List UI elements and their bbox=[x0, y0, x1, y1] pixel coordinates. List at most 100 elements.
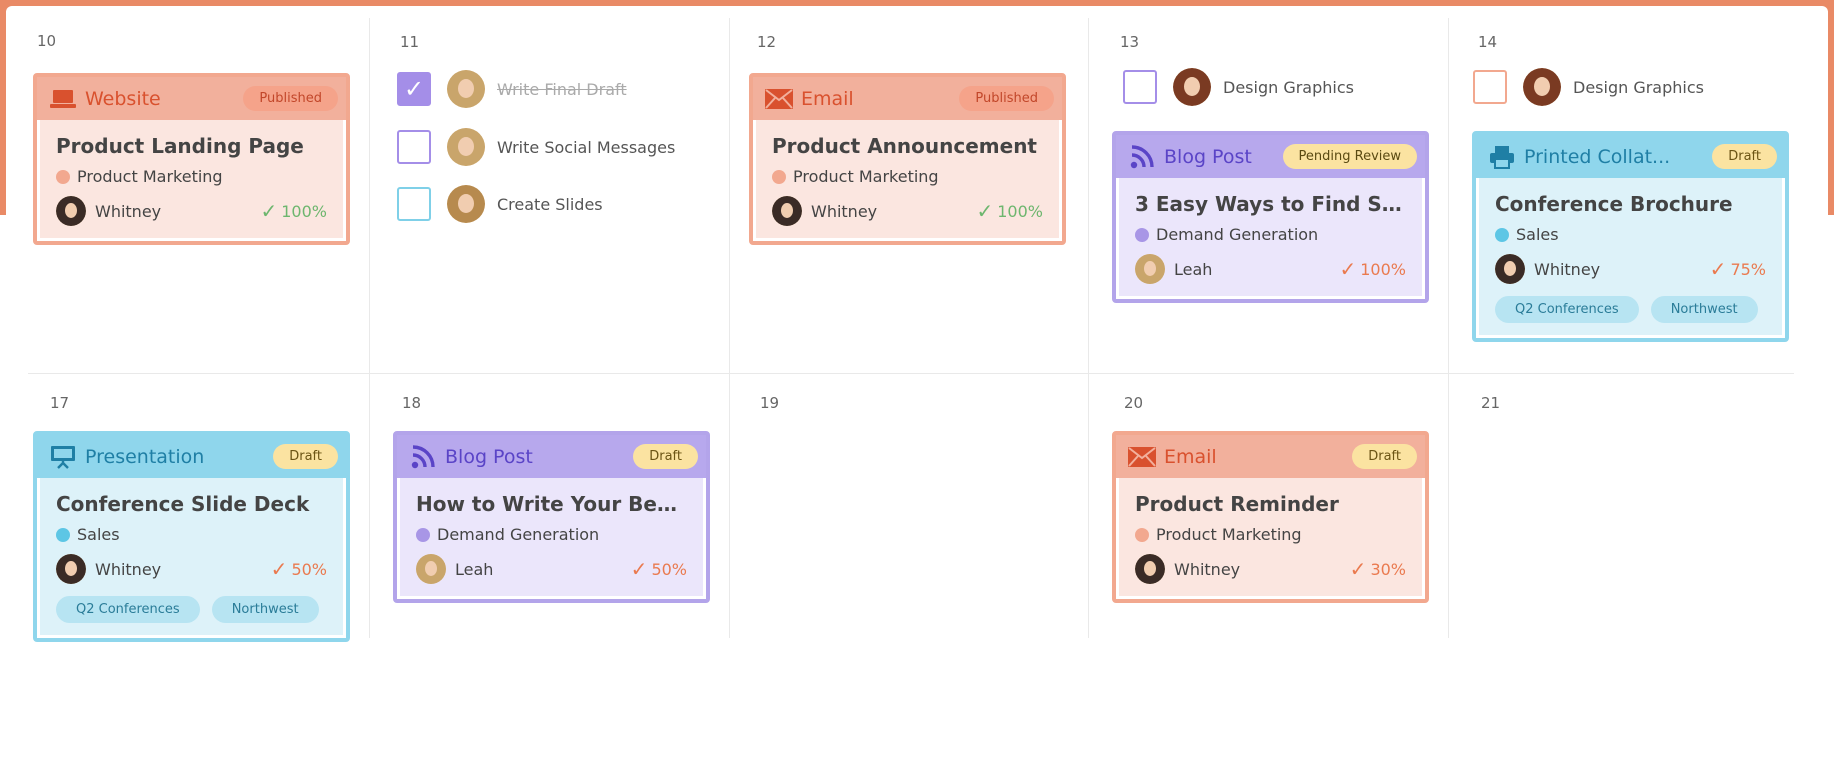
team-name: Demand Generation bbox=[1156, 225, 1319, 244]
card-header: Presentation Draft bbox=[37, 435, 346, 478]
team-color-dot bbox=[416, 527, 430, 542]
status-badge: Pending Review bbox=[1282, 144, 1417, 169]
card-body: 3 Easy Ways to Find Social... Demand Gen… bbox=[1119, 178, 1422, 296]
todo-checkbox[interactable]: ✓ bbox=[397, 72, 431, 106]
day-number: 10 bbox=[37, 32, 57, 50]
todo-checkbox[interactable] bbox=[1123, 70, 1157, 104]
team-name: Sales bbox=[1516, 225, 1559, 244]
checkmark-icon: ✓ bbox=[1349, 557, 1367, 581]
card-title[interactable]: Conference Brochure bbox=[1495, 192, 1766, 216]
team-name: Product Marketing bbox=[77, 167, 223, 186]
todo-label: Write Social Messages bbox=[497, 137, 676, 157]
day-number: 12 bbox=[757, 33, 777, 51]
team-label: Demand Generation bbox=[416, 525, 687, 544]
team-name: Demand Generation bbox=[437, 525, 600, 544]
team-name: Product Marketing bbox=[793, 167, 939, 186]
team-color-dot bbox=[1495, 227, 1509, 242]
team-label: Product Marketing bbox=[56, 167, 327, 186]
day-number: 11 bbox=[400, 33, 420, 51]
card-footer: Whitney ✓ 100% bbox=[772, 196, 1043, 226]
todo-checkbox[interactable] bbox=[1473, 70, 1507, 104]
tag[interactable]: Q2 Conferences bbox=[56, 596, 200, 623]
owner-name: Whitney bbox=[95, 201, 162, 221]
tag[interactable]: Northwest bbox=[211, 596, 319, 623]
team-label: Product Marketing bbox=[772, 167, 1043, 186]
tag[interactable]: Northwest bbox=[1650, 296, 1758, 323]
status-badge: Draft bbox=[1352, 444, 1417, 469]
avatar bbox=[447, 185, 485, 223]
card-title[interactable]: Product Announcement bbox=[772, 134, 1043, 158]
progress-value: 30% bbox=[1370, 559, 1406, 579]
card-body: Product Announcement Product Marketing W… bbox=[756, 120, 1059, 238]
avatar bbox=[1135, 554, 1165, 584]
card-title[interactable]: Product Reminder bbox=[1135, 492, 1406, 516]
team-label: Sales bbox=[56, 525, 327, 544]
grid-divider bbox=[729, 18, 730, 638]
todo-checkbox[interactable] bbox=[397, 130, 431, 164]
card-footer: Whitney ✓ 50% bbox=[56, 554, 327, 584]
team-color-dot bbox=[1135, 227, 1149, 242]
progress: ✓ 100% bbox=[976, 199, 1043, 223]
task-card[interactable]: Presentation Draft Conference Slide Deck… bbox=[33, 431, 350, 642]
team-name: Product Marketing bbox=[1156, 525, 1302, 544]
rss-icon bbox=[409, 444, 437, 469]
owner: Whitney bbox=[772, 196, 877, 226]
task-card[interactable]: Website Published Product Landing Page P… bbox=[33, 73, 350, 245]
task-card[interactable]: Blog Post Draft How to Write Your Best..… bbox=[393, 431, 710, 603]
card-header: Website Published bbox=[37, 77, 346, 120]
card-title[interactable]: Product Landing Page bbox=[56, 134, 327, 158]
status-badge: Published bbox=[959, 86, 1054, 111]
day-number: 21 bbox=[1481, 394, 1501, 412]
tag[interactable]: Q2 Conferences bbox=[1495, 296, 1639, 323]
progress-value: 50% bbox=[651, 559, 687, 579]
card-footer: Whitney ✓ 75% bbox=[1495, 254, 1766, 284]
day-number: 18 bbox=[402, 394, 422, 412]
card-header: Email Draft bbox=[1116, 435, 1425, 478]
task-card[interactable]: Email Draft Product Reminder Product Mar… bbox=[1112, 431, 1429, 603]
progress-value: 50% bbox=[291, 559, 327, 579]
card-body: Product Landing Page Product Marketing W… bbox=[40, 120, 343, 238]
status-badge: Draft bbox=[1712, 144, 1777, 169]
card-title[interactable]: How to Write Your Best... bbox=[416, 492, 687, 516]
laptop-icon bbox=[49, 87, 77, 111]
avatar bbox=[416, 554, 446, 584]
owner-name: Whitney bbox=[1174, 559, 1241, 579]
progress: ✓ 50% bbox=[271, 557, 327, 581]
team-name: Sales bbox=[77, 525, 120, 544]
card-footer: Leah ✓ 50% bbox=[416, 554, 687, 584]
card-title[interactable]: Conference Slide Deck bbox=[56, 492, 327, 516]
card-header: Blog Post Pending Review bbox=[1116, 135, 1425, 178]
team-label: Product Marketing bbox=[1135, 525, 1406, 544]
avatar bbox=[1173, 68, 1211, 106]
day-number: 19 bbox=[760, 394, 780, 412]
calendar-sheet: 10 11 12 13 14 17 18 19 20 21 Website Pu… bbox=[6, 6, 1828, 770]
task-card[interactable]: Blog Post Pending Review 3 Easy Ways to … bbox=[1112, 131, 1429, 303]
card-type-label: Website bbox=[85, 87, 161, 110]
owner: Leah bbox=[416, 554, 493, 584]
day-number: 20 bbox=[1124, 394, 1144, 412]
card-body: How to Write Your Best... Demand Generat… bbox=[400, 478, 703, 596]
team-label: Sales bbox=[1495, 225, 1766, 244]
checkmark-icon: ✓ bbox=[1709, 257, 1727, 281]
todo-checkbox[interactable] bbox=[397, 187, 431, 221]
todo-label: Design Graphics bbox=[1573, 77, 1704, 97]
owner-name: Whitney bbox=[811, 201, 878, 221]
card-type-label: Printed Collat... bbox=[1524, 145, 1671, 168]
progress-value: 100% bbox=[1360, 259, 1406, 279]
card-footer: Whitney ✓ 30% bbox=[1135, 554, 1406, 584]
card-type-label: Blog Post bbox=[1164, 145, 1252, 168]
task-card[interactable]: Printed Collat... Draft Conference Broch… bbox=[1472, 131, 1789, 342]
printer-icon bbox=[1488, 145, 1516, 169]
rss-icon bbox=[1128, 144, 1156, 169]
progress: ✓ 30% bbox=[1350, 557, 1406, 581]
card-header: Blog Post Draft bbox=[397, 435, 706, 478]
progress-value: 75% bbox=[1730, 259, 1766, 279]
task-card[interactable]: Email Published Product Announcement Pro… bbox=[749, 73, 1066, 245]
week-divider bbox=[28, 373, 1794, 374]
calendar-view: 10 11 12 13 14 17 18 19 20 21 Website Pu… bbox=[0, 0, 1834, 770]
card-body: Conference Slide Deck Sales Whitney ✓ 50%… bbox=[40, 478, 343, 635]
card-title[interactable]: 3 Easy Ways to Find Social... bbox=[1135, 192, 1406, 216]
team-color-dot bbox=[772, 169, 786, 184]
progress: ✓ 100% bbox=[260, 199, 327, 223]
team-color-dot bbox=[56, 527, 70, 542]
